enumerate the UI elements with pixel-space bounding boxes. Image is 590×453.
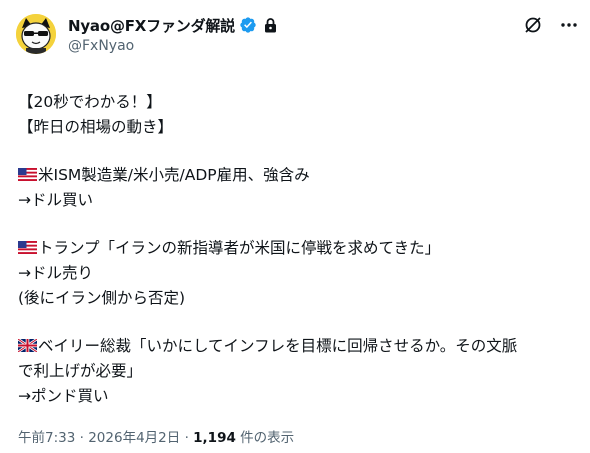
views-count[interactable]: 1,194 [193, 430, 236, 446]
lock-icon [263, 17, 278, 33]
post-line: ベイリー総裁「いかにしてインフレを目標に回帰させるか。その文脈 [17, 334, 578, 359]
uk-flag-icon [17, 335, 38, 354]
post-line: →ドル売り [18, 264, 93, 282]
author-handle[interactable]: @FxNyao [68, 38, 134, 54]
post-line: (後にイラン側から否定) [18, 289, 186, 307]
post-line: で利上げが必要」 [18, 362, 143, 380]
post-time[interactable]: 午前7:33 [18, 430, 75, 446]
us-flag-icon [18, 237, 37, 254]
author-display-name[interactable]: Nyao@FXファンダ解説 [68, 15, 235, 36]
meta-separator: · [79, 430, 84, 446]
post-date[interactable]: 2026年4月2日 [88, 430, 180, 446]
post-line: 米ISM製造業/米小売/ADP雇用、強含み [18, 163, 578, 188]
grok-icon[interactable] [522, 14, 544, 36]
post-line-text: 米ISM製造業/米小売/ADP雇用、強含み [38, 166, 310, 184]
post-line: 【昨日の相場の動き】 [18, 118, 174, 136]
post-text: 【20秒でわかる！】 【昨日の相場の動き】 米ISM製造業/米小売/ADP雇用、… [17, 90, 578, 409]
post-line: →ドル買い [18, 191, 93, 209]
post-line-text: トランプ「イランの新指導者が米国に停戦を求めてきた」 [38, 239, 441, 257]
post-line-text: ベイリー総裁「いかにしてインフレを目標に回帰させるか。その文脈 [38, 337, 518, 355]
author-name-row: Nyao@FXファンダ解説 [68, 14, 278, 36]
post-actions [522, 14, 580, 36]
post-line: 【20秒でわかる！】 [18, 93, 162, 111]
post-line: トランプ「イランの新指導者が米国に停戦を求めてきた」 [18, 236, 578, 261]
views-label[interactable]: 件の表示 [240, 430, 294, 446]
meta-separator: · [184, 430, 189, 446]
us-flag-icon [18, 164, 37, 181]
more-icon[interactable] [558, 14, 580, 36]
verified-badge-icon[interactable] [239, 16, 257, 34]
post-meta: 午前7:33 · 2026年4月2日 · 1,194 件の表示 [18, 426, 294, 446]
avatar[interactable] [16, 14, 56, 54]
post-line: →ポンド買い [18, 387, 109, 405]
